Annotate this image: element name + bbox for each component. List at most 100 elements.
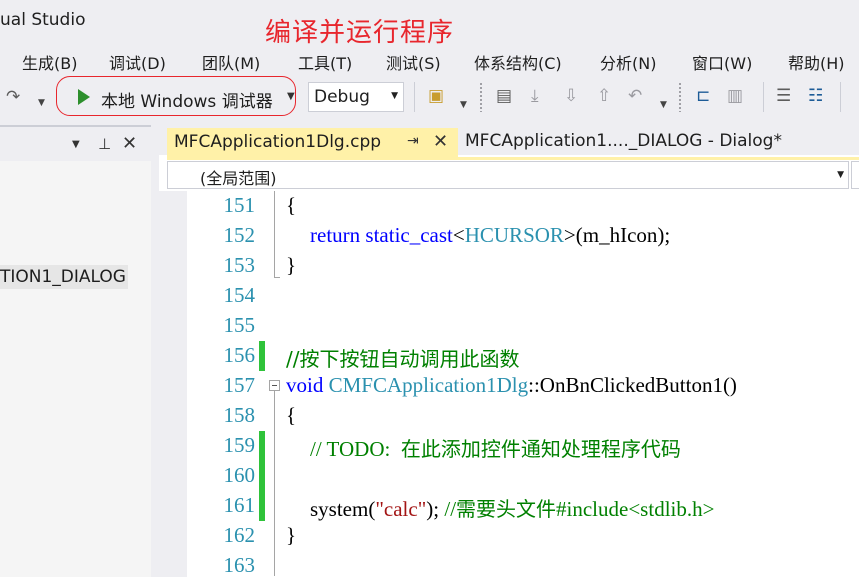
- menu-window[interactable]: 窗口(W): [692, 50, 752, 74]
- toolbar-separator: [763, 82, 764, 112]
- scope-label: (全局范围): [200, 169, 277, 188]
- undo-dropdown-icon[interactable]: ▼: [660, 95, 667, 115]
- uncomment-lines-icon[interactable]: ☷: [808, 86, 823, 106]
- chevron-down-icon: ▼: [837, 170, 844, 180]
- code-text: {: [286, 193, 297, 217]
- pin-icon[interactable]: ⊥: [98, 135, 111, 153]
- scope-dropdown[interactable]: (全局范围) ▼: [167, 161, 849, 189]
- code-line: 153 }: [159, 251, 859, 281]
- comment-text: //: [444, 497, 457, 521]
- line-number: 158: [223, 403, 256, 427]
- configuration-select[interactable]: Debug ▼: [308, 82, 404, 112]
- code-editor: MFCApplication1Dlg.cpp ⇥ ✕ MFCApplicatio…: [151, 125, 859, 577]
- code-line: 158 {: [159, 401, 859, 431]
- line-number: 151: [223, 193, 256, 217]
- string-literal: "calc": [375, 497, 427, 521]
- step-into-icon[interactable]: ⤓: [531, 86, 539, 106]
- toolbar-grip[interactable]: [678, 82, 682, 112]
- tree-item-dialog[interactable]: TION1_DIALOG: [0, 265, 128, 289]
- configuration-value: Debug: [314, 87, 370, 107]
- code-line: 151 {: [159, 191, 859, 221]
- align-icon[interactable]: ⊏: [696, 86, 710, 106]
- redo-dropdown-icon[interactable]: ▼: [38, 93, 45, 113]
- line-number: 152: [223, 223, 256, 247]
- collapse-icon[interactable]: [269, 380, 280, 391]
- code-rest: ::OnBnClickedButton1(): [528, 373, 737, 397]
- keyword: void: [286, 373, 324, 397]
- type-name: HCURSOR: [464, 223, 564, 247]
- type-name: CMFCApplication1Dlg: [328, 373, 529, 397]
- line-number: 160: [223, 463, 256, 487]
- toolbar-grip[interactable]: [479, 82, 483, 112]
- code-line: 162 }: [159, 521, 859, 551]
- toolbar: ↷ ▼ 本地 Windows 调试器 ▼ Debug ▼ ▣ ▼ ▤ ⤓ ⇩ ⇧…: [0, 76, 859, 120]
- line-number: 163: [223, 553, 256, 577]
- tab-dialog-designer[interactable]: MFCApplication1...._DIALOG - Dialog*: [465, 131, 782, 151]
- line-number: 154: [223, 283, 256, 307]
- tab-strip: MFCApplication1Dlg.cpp ⇥ ✕ MFCApplicatio…: [159, 125, 859, 158]
- line-number: 159: [223, 433, 256, 457]
- code-line: 156 //按下按钮自动调用此函数: [159, 341, 859, 371]
- line-number: 162: [223, 523, 256, 547]
- keyword: return: [310, 223, 361, 247]
- line-number: 156: [223, 343, 256, 367]
- code-line: 161 system("calc"); //需要头文件#include<stdl…: [159, 491, 859, 521]
- close-icon[interactable]: ✕: [122, 133, 137, 154]
- menu-test[interactable]: 测试(S): [386, 50, 441, 74]
- code-line: 157 void CMFCApplication1Dlg::OnBnClicke…: [159, 371, 859, 401]
- code-line: 160: [159, 461, 859, 491]
- redo-icon[interactable]: ↷: [6, 87, 20, 107]
- code-rest: >(m_hIcon);: [563, 223, 671, 247]
- toolbar-separator: [414, 82, 415, 112]
- comment-text: // TODO:: [310, 437, 401, 461]
- find-in-files-icon[interactable]: ▣: [428, 86, 444, 106]
- run-dropdown-icon[interactable]: ▼: [287, 91, 295, 102]
- code-area[interactable]: 151 { 152 return static_cast<HCURSOR>(m_…: [159, 191, 859, 577]
- menu-help[interactable]: 帮助(H): [788, 50, 845, 74]
- line-number: 155: [223, 313, 256, 337]
- code-text: void CMFCApplication1Dlg::OnBnClickedBut…: [286, 373, 737, 398]
- play-icon[interactable]: [78, 89, 90, 105]
- start-debugger-button[interactable]: 本地 Windows 调试器: [101, 87, 273, 112]
- comment-lines-icon[interactable]: ☰: [776, 86, 791, 106]
- code-line: 152 return static_cast<HCURSOR>(m_hIcon)…: [159, 221, 859, 251]
- find-dropdown-icon[interactable]: ▼: [460, 95, 467, 115]
- menu-debug[interactable]: 调试(D): [109, 50, 166, 74]
- comment-text: //按下按钮自动调用此函数: [286, 347, 520, 371]
- change-indicator: [259, 431, 265, 461]
- tab-cpp-file[interactable]: MFCApplication1Dlg.cpp ⇥ ✕: [167, 128, 458, 158]
- menu-analyze[interactable]: 分析(N): [600, 50, 656, 74]
- punctuation: <: [452, 223, 465, 247]
- punctuation: );: [426, 497, 445, 521]
- menu-build[interactable]: 生成(B): [22, 50, 77, 74]
- step-over-icon[interactable]: ⇩: [564, 86, 578, 106]
- code-text: {: [286, 403, 297, 427]
- menu-tools[interactable]: 工具(T): [298, 50, 352, 74]
- step-out-icon[interactable]: ⇧: [597, 86, 611, 106]
- menu-team[interactable]: 团队(M): [202, 50, 260, 74]
- menu-architecture[interactable]: 体系结构(C): [474, 50, 562, 74]
- close-icon[interactable]: ✕: [433, 131, 448, 152]
- panel-header: ▼ ⊥ ✕: [0, 125, 151, 161]
- code-text: }: [286, 523, 297, 547]
- line-number: 161: [223, 493, 256, 517]
- title-bar: ual Studio 编译并运行程序: [0, 0, 859, 48]
- code-text: }: [286, 253, 297, 277]
- comment: // TODO: 在此添加控件通知处理程序代码: [310, 433, 681, 462]
- menu-bar: 生成(B) 调试(D) 团队(M) 工具(T) 测试(S) 体系结构(C) 分析…: [0, 44, 859, 76]
- pin-icon[interactable]: ⇥: [407, 133, 419, 149]
- change-indicator: [259, 491, 265, 521]
- process-icon[interactable]: ▤: [496, 86, 512, 106]
- code-text: return static_cast<HCURSOR>(m_hIcon);: [310, 223, 670, 248]
- keyword: static_cast: [365, 223, 453, 247]
- member-dropdown[interactable]: [851, 161, 859, 189]
- comment-text: #include<stdlib.h>: [556, 497, 715, 521]
- layout-icon[interactable]: ▥: [727, 86, 743, 106]
- undo-step-icon[interactable]: ↶: [628, 86, 642, 106]
- panel-dropdown-icon[interactable]: ▼: [72, 139, 80, 150]
- code-line: 154: [159, 281, 859, 311]
- app-title: ual Studio: [0, 10, 86, 30]
- line-number: 153: [223, 253, 256, 277]
- code-line: 155: [159, 311, 859, 341]
- tab-underline: [167, 157, 859, 160]
